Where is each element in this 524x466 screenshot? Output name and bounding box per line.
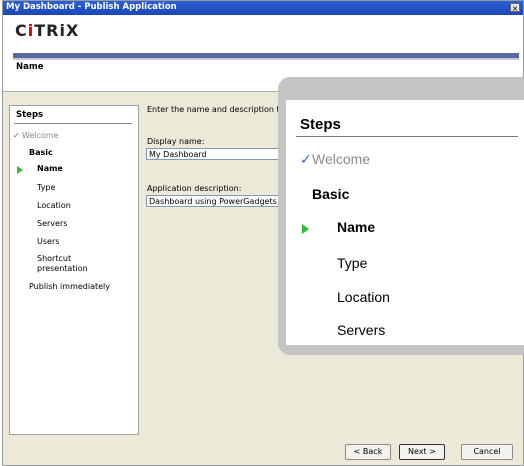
display-name-label: Display name: [147,137,205,146]
magnified-steps-divider [296,136,518,137]
application-description-input[interactable]: Dashboard using PowerGadgets [146,195,286,207]
next-button[interactable]: Next > [399,444,445,460]
steps-heading: Steps [16,110,44,120]
back-button[interactable]: < Back [345,444,391,460]
magnified-step-name: Name [337,219,376,235]
magnified-step-welcome: Welcome [312,151,371,167]
application-description-label: Application description: [147,184,242,193]
display-name-input[interactable]: My Dashboard [146,148,286,160]
step-section-basic: Basic [29,148,53,157]
magnified-step-type: Type [337,255,368,271]
steps-panel: Steps ✓ Welcome Basic Name Type Location… [9,105,139,435]
magnified-current-step-arrow-icon [302,224,309,234]
brand-sub-bar [13,58,519,60]
current-step-arrow-icon [17,166,23,174]
step-welcome: Welcome [22,131,59,140]
magnified-step-section-basic: Basic [312,186,350,202]
check-icon: ✓ [13,131,20,140]
step-shortcut-presentation: Shortcut presentation [37,254,88,273]
close-icon[interactable]: × [510,3,520,13]
magnified-step-location: Location [337,289,390,305]
magnified-check-icon: ✓ [300,151,312,167]
magnified-steps-callout: Steps ✓ Welcome Basic Name Type Location… [278,77,524,355]
title-bar[interactable]: My Dashboard - Publish Application × [3,1,523,15]
magnified-step-servers: Servers [337,322,386,338]
step-servers: Servers [37,219,68,228]
magnified-steps-heading: Steps [300,116,341,133]
step-name: Name [37,164,63,173]
page-title: Name [16,62,44,72]
magnified-steps-panel: Steps ✓ Welcome Basic Name Type Location… [286,100,524,345]
step-location: Location [37,201,71,210]
window-title: My Dashboard - Publish Application [6,2,177,12]
step-users: Users [37,237,60,246]
cancel-button[interactable]: Cancel [461,444,513,460]
step-type: Type [37,183,56,192]
step-publish-immediately: Publish immediately [29,282,111,291]
citrix-logo: CiTRiX [15,21,80,40]
steps-divider [14,123,132,124]
